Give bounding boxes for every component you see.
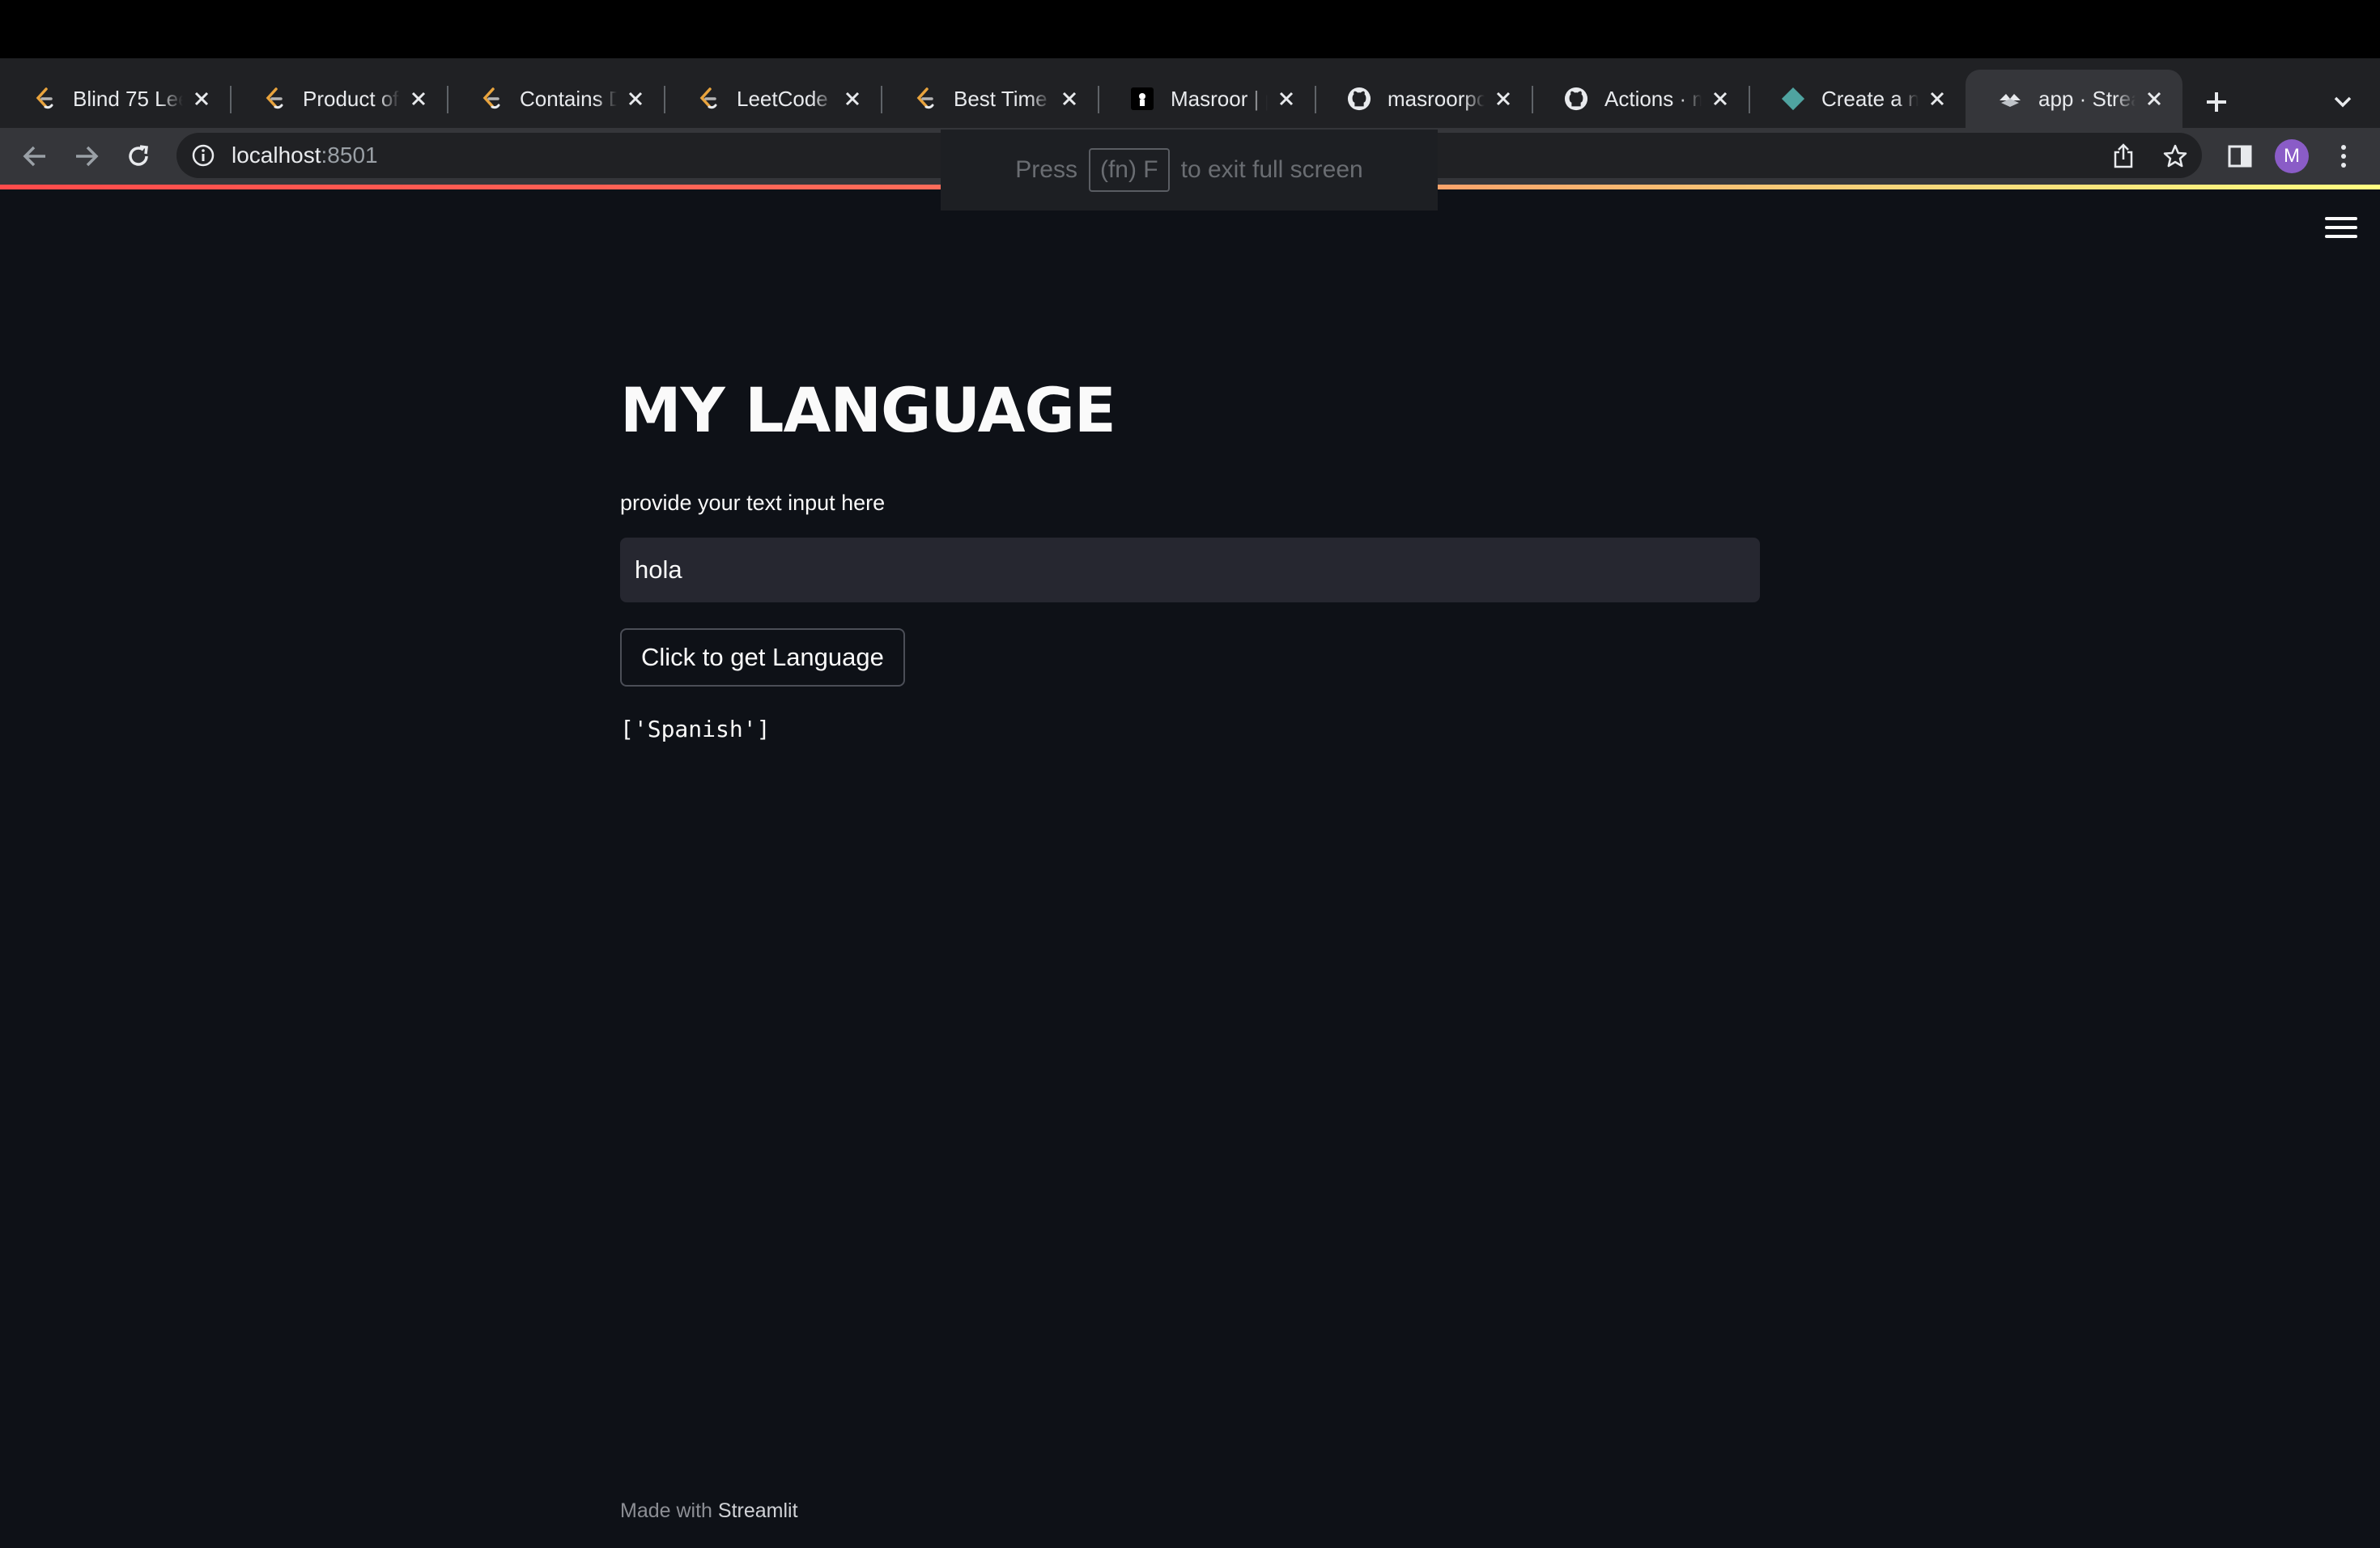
chevron-down-icon — [2334, 96, 2352, 108]
leetcode-icon — [913, 87, 937, 111]
close-icon[interactable] — [842, 88, 863, 109]
tab-title: Actions · masroor — [1604, 86, 1702, 111]
browser-tab[interactable]: Blind 75 LeetCode — [0, 70, 230, 128]
app-menu-button[interactable] — [2325, 214, 2357, 241]
browser-tab[interactable]: Create a new — [1749, 70, 1966, 128]
close-icon[interactable] — [2144, 88, 2165, 109]
page-title: MY LANGUAGE — [620, 374, 1116, 446]
tab-search-button[interactable] — [2325, 84, 2361, 120]
tab-title: Product of Array — [303, 86, 400, 111]
reload-button[interactable] — [120, 138, 157, 175]
new-tab-button[interactable] — [2195, 81, 2238, 123]
hamburger-icon-line — [2325, 226, 2357, 229]
browser-tab-strip: Blind 75 LeetCode Product of Array Conta… — [0, 58, 2380, 128]
toast-key: (fn) F — [1088, 148, 1170, 192]
leetcode-icon — [262, 87, 287, 111]
close-icon[interactable] — [1059, 88, 1080, 109]
forward-button[interactable] — [68, 138, 105, 175]
text-input[interactable] — [620, 538, 1760, 602]
forward-arrow-icon — [76, 146, 99, 167]
leetcode-icon — [479, 87, 504, 111]
close-icon[interactable] — [191, 88, 212, 109]
github-icon — [1564, 87, 1588, 111]
reload-icon — [129, 145, 148, 166]
share-button[interactable] — [2105, 138, 2142, 175]
close-icon[interactable] — [1493, 88, 1514, 109]
toast-suffix: to exit full screen — [1180, 156, 1363, 183]
streamlit-icon — [1998, 87, 2022, 111]
close-icon[interactable] — [408, 88, 429, 109]
leetcode-icon — [32, 87, 57, 111]
tab-title: Best Time to Buy — [954, 86, 1051, 111]
tab-title: Masroor | personal — [1171, 86, 1268, 111]
browser-tab[interactable]: Product of Array — [230, 70, 447, 128]
footer: Made with Streamlit — [620, 1499, 798, 1523]
footer-streamlit-link[interactable]: Streamlit — [718, 1499, 798, 1522]
share-icon — [2114, 143, 2133, 168]
tab-title: Blind 75 LeetCode — [73, 86, 183, 111]
browser-tab[interactable]: masroorposh — [1315, 70, 1532, 128]
toast-press: Press — [1015, 156, 1077, 183]
hamburger-icon-line — [2325, 217, 2357, 220]
close-icon[interactable] — [1927, 88, 1948, 109]
url-host: localhost — [232, 142, 321, 168]
plus-icon — [2207, 92, 2226, 112]
screen-top-bar — [0, 0, 2380, 58]
tab-title: Create a new — [1821, 86, 1919, 111]
back-button[interactable] — [16, 138, 53, 175]
tab-title: app · Streamlit — [2038, 86, 2136, 111]
info-icon[interactable] — [191, 143, 215, 168]
tab-title: Contains Duplicate — [520, 86, 617, 111]
browser-tab[interactable]: LeetCode - The — [664, 70, 881, 128]
fullscreen-exit-toast: Press (fn) F to exit full screen — [941, 130, 1438, 211]
hamburger-icon-line — [2325, 235, 2357, 238]
browser-tab-active[interactable]: app · Streamlit — [1966, 70, 2182, 128]
star-icon — [2163, 144, 2187, 168]
browser-menu-button[interactable] — [2325, 138, 2362, 175]
bookmark-button[interactable] — [2157, 138, 2194, 175]
get-language-button[interactable]: Click to get Language — [620, 628, 905, 687]
profile-avatar[interactable]: M — [2275, 139, 2309, 173]
leetcode-icon — [696, 87, 720, 111]
browser-tab[interactable]: Masroor | personal — [1098, 70, 1315, 128]
profile-icon — [1130, 87, 1154, 111]
close-icon[interactable] — [1276, 88, 1297, 109]
language-output: ['Spanish'] — [620, 716, 771, 742]
github-icon — [1347, 87, 1371, 111]
tab-title: LeetCode - The — [737, 86, 834, 111]
close-icon[interactable] — [625, 88, 646, 109]
side-panel-icon — [2228, 145, 2252, 168]
back-arrow-icon — [23, 146, 45, 167]
browser-tab[interactable]: Contains Duplicate — [447, 70, 664, 128]
footer-prefix: Made with — [620, 1499, 712, 1522]
diamond-icon — [1781, 87, 1805, 111]
url-port: :8501 — [321, 142, 378, 168]
tab-title: masroorposh — [1388, 86, 1485, 111]
text-input-label: provide your text input here — [620, 491, 886, 515]
side-panel-button[interactable] — [2221, 138, 2259, 175]
browser-tab[interactable]: Best Time to Buy — [881, 70, 1098, 128]
url-text: localhost:8501 — [232, 142, 378, 168]
browser-tab[interactable]: Actions · masroor — [1532, 70, 1749, 128]
close-icon[interactable] — [1710, 88, 1731, 109]
kebab-menu-icon — [2341, 145, 2346, 168]
